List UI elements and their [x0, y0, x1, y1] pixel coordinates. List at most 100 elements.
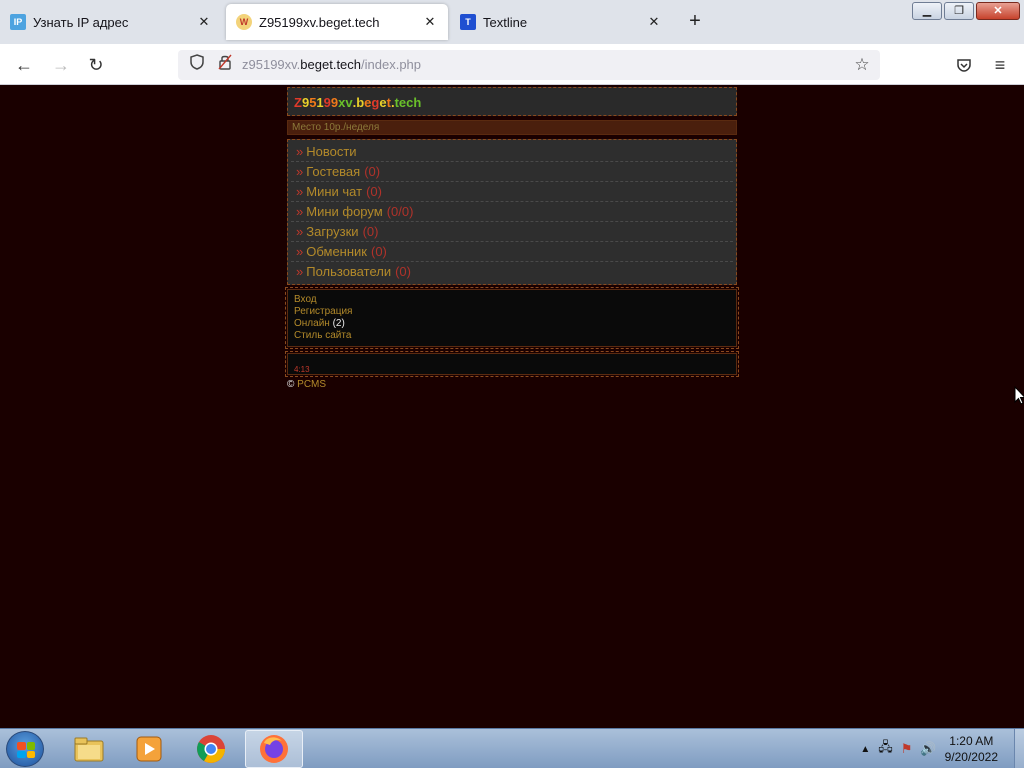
main-menu: » Новости » Гостевая (0) » Мини чат (0) » Мини…	[287, 139, 737, 285]
tab-title: Z95199xv.beget.tech	[259, 14, 380, 30]
tracking-protection-icon[interactable]	[187, 54, 207, 76]
logo-letter: 9	[301, 95, 310, 110]
pocket-icon[interactable]	[951, 52, 977, 78]
chrome-icon	[197, 735, 225, 763]
menu-label: Пользователи	[306, 264, 392, 279]
clock[interactable]: 1:20 AM 9/20/2022	[945, 733, 998, 765]
menu-label: Загрузки	[306, 224, 359, 239]
forward-arrow-icon[interactable]: →	[48, 52, 74, 78]
copyright: © PCMS	[287, 379, 737, 390]
online-count: (2)	[332, 318, 345, 329]
logo-letter: Z	[294, 95, 302, 110]
media-player-icon	[136, 736, 162, 762]
site-style-link[interactable]: Стиль сайта	[294, 330, 730, 342]
action-center-flag-icon[interactable]: ⚑	[901, 741, 913, 757]
menu-item-users[interactable]: » Пользователи (0)	[291, 262, 733, 282]
mouse-cursor-icon	[1014, 385, 1024, 410]
copyright-symbol: ©	[287, 379, 295, 390]
restore-button[interactable]: ❐	[944, 2, 974, 20]
taskbar: ▲ 🖧 ⚑ 🔊 1:20 AM 9/20/2022	[0, 728, 1024, 768]
site-favicon-icon: W	[236, 14, 252, 30]
logo-letter: 1	[316, 95, 324, 110]
menu-count: (0)	[364, 164, 381, 179]
tab-title: Узнать IP адрес	[33, 14, 129, 30]
system-tray: ▲ 🖧 ⚑ 🔊 1:20 AM 9/20/2022	[860, 733, 1016, 765]
start-button[interactable]	[6, 731, 44, 767]
raquo-icon: »	[296, 264, 304, 279]
hamburger-menu-icon[interactable]: ≡	[987, 52, 1013, 78]
new-tab-button[interactable]: +	[684, 10, 706, 32]
menu-item-exchanger[interactable]: » Обменник (0)	[291, 242, 733, 262]
minimize-button[interactable]: ▁	[912, 2, 942, 20]
close-tab-icon[interactable]: ✕	[418, 14, 442, 30]
menu-count: (0)	[370, 244, 387, 259]
tab-ip[interactable]: IP Узнать IP адрес ✕	[0, 4, 222, 40]
taskbar-chrome[interactable]	[182, 730, 240, 768]
windows-logo-icon	[17, 742, 35, 758]
login-link[interactable]: Вход	[294, 294, 730, 306]
insecure-lock-icon[interactable]	[215, 54, 235, 76]
menu-item-mini-chat[interactable]: » Мини чат (0)	[291, 182, 733, 202]
close-tab-icon[interactable]: ✕	[192, 14, 216, 30]
close-window-button[interactable]: ✕	[976, 2, 1020, 20]
site-logo[interactable]: Z95199xv.beget.tech	[287, 87, 737, 116]
volume-icon[interactable]: 🔊	[920, 741, 936, 757]
ip-favicon-icon: IP	[10, 14, 26, 30]
logo-letter: h	[413, 95, 422, 110]
url-prefix: z95199xv.	[242, 57, 301, 72]
online-label: Онлайн	[294, 318, 330, 329]
close-tab-icon[interactable]: ✕	[642, 14, 666, 30]
page-time: 4:13	[294, 365, 310, 374]
logo-letter: x	[338, 95, 346, 110]
logo-letter: c	[406, 95, 414, 110]
menu-label: Мини форум	[306, 204, 383, 219]
menu-item-downloads[interactable]: » Загрузки (0)	[291, 222, 733, 242]
menu-label: Новости	[306, 144, 357, 159]
clock-date: 9/20/2022	[944, 750, 998, 764]
url-bar[interactable]: z95199xv.beget.tech/index.php ☆	[178, 50, 880, 80]
show-desktop-button[interactable]	[1014, 729, 1024, 768]
menu-label: Мини чат	[306, 184, 363, 199]
logo-letter: 5	[309, 95, 317, 110]
register-link[interactable]: Регистрация	[294, 306, 730, 318]
logo-letter: e	[398, 95, 407, 110]
menu-count: (0/0)	[386, 204, 414, 219]
taskbar-media-player[interactable]	[120, 730, 178, 768]
logo-letter: g	[371, 95, 380, 110]
reload-icon[interactable]: ↻	[83, 52, 109, 78]
url-text[interactable]: z95199xv.beget.tech/index.php	[242, 57, 421, 72]
folder-icon	[74, 737, 104, 762]
online-link[interactable]: Онлайн (2)	[294, 318, 730, 330]
menu-count: (0)	[395, 264, 411, 279]
taskbar-firefox[interactable]	[245, 730, 303, 768]
tab-z95199xv[interactable]: W Z95199xv.beget.tech ✕	[226, 4, 448, 40]
menu-item-guestbook[interactable]: » Гостевая (0)	[291, 162, 733, 182]
show-hidden-icons-icon[interactable]: ▲	[860, 744, 870, 755]
menu-count: (0)	[366, 184, 382, 199]
url-domain: beget.tech	[300, 57, 362, 72]
textline-favicon-icon: T	[460, 14, 476, 30]
menu-item-news[interactable]: » Новости	[291, 142, 733, 162]
time-box: 4:13	[285, 351, 739, 377]
menu-label: Обменник	[306, 244, 367, 259]
menu-item-mini-forum[interactable]: » Мини форум (0/0)	[291, 202, 733, 222]
logo-letter: e	[379, 95, 387, 110]
logo-letter: e	[364, 95, 372, 110]
tab-textline[interactable]: T Textline ✕	[450, 4, 672, 40]
pcms-link[interactable]: PCMS	[297, 379, 326, 390]
firefox-icon	[260, 735, 288, 763]
back-arrow-icon[interactable]: ←	[11, 52, 37, 78]
menu-label: Гостевая	[306, 164, 361, 179]
menu-count: (0)	[362, 224, 379, 239]
logo-letter: b	[356, 95, 365, 110]
logo-letter: 9	[330, 95, 339, 110]
window-controls: ▁ ❐ ✕	[912, 2, 1020, 20]
raquo-icon: »	[296, 224, 304, 239]
taskbar-explorer[interactable]	[60, 730, 118, 768]
clock-time: 1:20 AM	[949, 734, 994, 748]
logo-letter: 9	[323, 95, 331, 110]
bookmark-star-icon[interactable]: ☆	[852, 54, 872, 76]
network-icon[interactable]: 🖧	[878, 738, 893, 760]
slogan: Место 10р./неделя	[287, 120, 737, 135]
raquo-icon: »	[296, 204, 304, 219]
